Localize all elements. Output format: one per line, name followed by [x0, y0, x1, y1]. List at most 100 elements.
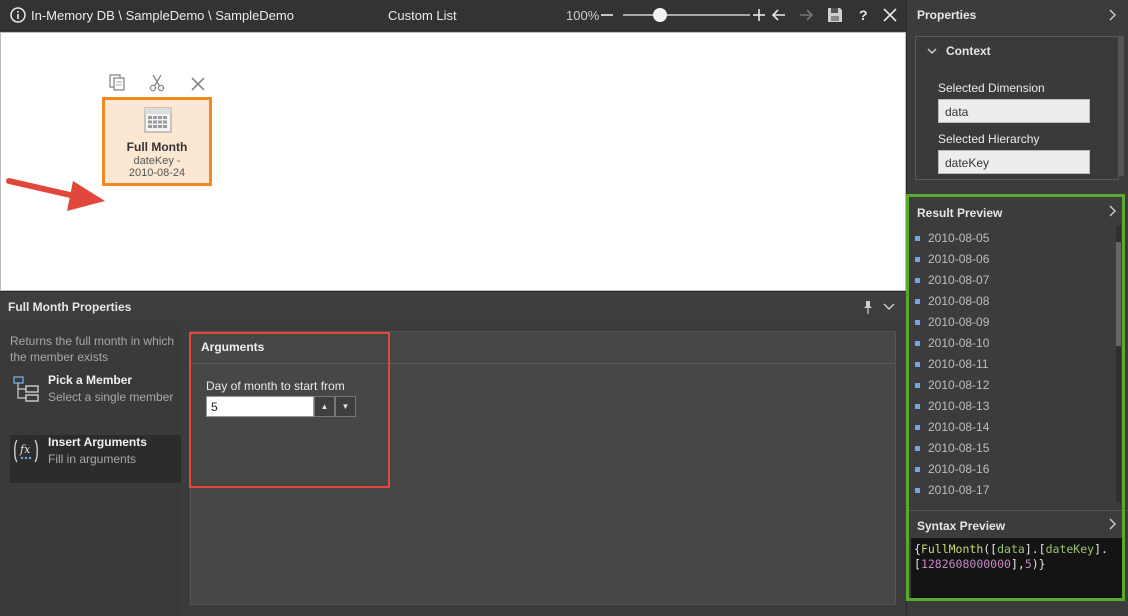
- node-subtitle: dateKey - 2010-08-24: [105, 155, 209, 179]
- list-item[interactable]: 2010-08-15: [911, 438, 1117, 459]
- list-item[interactable]: 2010-08-05: [911, 228, 1117, 249]
- list-item-label: 2010-08-08: [928, 294, 990, 308]
- syntax-dimension: data: [997, 542, 1025, 556]
- properties-panel-header: Full Month Properties: [0, 291, 906, 321]
- hierarchy-icon: [13, 376, 39, 402]
- chevron-right-icon[interactable]: [1107, 8, 1119, 22]
- result-preview-scrollbar[interactable]: [1116, 226, 1121, 502]
- chevron-down-icon[interactable]: [926, 45, 938, 57]
- red-arrow-annotation: [6, 178, 105, 211]
- node-subtitle-line1: dateKey -: [133, 155, 181, 167]
- step-subtitle: Select a single member: [48, 390, 174, 404]
- list-item[interactable]: 2010-08-11: [911, 354, 1117, 375]
- top-bar: In-Memory DB \ SampleDemo \ SampleDemo C…: [0, 0, 906, 31]
- list-item-label: 2010-08-12: [928, 378, 990, 392]
- bullet-icon: [915, 257, 920, 262]
- context-group: Context Selected Dimension data Selected…: [915, 36, 1119, 180]
- day-of-month-label: Day of month to start from: [206, 379, 345, 393]
- list-item-label: 2010-08-15: [928, 441, 990, 455]
- properties-section-header[interactable]: Properties: [907, 0, 1128, 28]
- close-icon[interactable]: [881, 6, 899, 24]
- cut-icon[interactable]: [147, 73, 167, 93]
- bullet-icon: [915, 362, 920, 367]
- properties-section-title: Properties: [917, 8, 977, 22]
- list-item[interactable]: 2010-08-06: [911, 249, 1117, 270]
- step-title: Insert Arguments: [48, 435, 147, 449]
- result-preview-title: Result Preview: [917, 206, 1003, 220]
- bullet-icon: [915, 425, 920, 430]
- arguments-title: Arguments: [201, 340, 265, 354]
- bullet-icon: [915, 299, 920, 304]
- syntax-preview-header[interactable]: Syntax Preview: [907, 510, 1128, 538]
- bullet-icon: [915, 341, 920, 346]
- save-icon[interactable]: [826, 6, 844, 24]
- zoom-slider-track[interactable]: [623, 14, 750, 16]
- context-title: Context: [946, 44, 991, 58]
- step-pick-member[interactable]: Pick a Member Select a single member: [10, 373, 181, 421]
- svg-text:fx: fx: [19, 443, 31, 456]
- syntax-preview-title: Syntax Preview: [917, 519, 1006, 533]
- arguments-area: Arguments Day of month to start from 5 ▲…: [181, 321, 906, 616]
- zoom-in-icon[interactable]: [750, 6, 768, 24]
- arguments-box: Arguments Day of month to start from 5 ▲…: [190, 331, 896, 605]
- step-title: Pick a Member: [48, 373, 133, 387]
- side-panel: Properties Context Selected Dimension da…: [906, 0, 1128, 616]
- chevron-down-icon[interactable]: [883, 302, 895, 312]
- node-title: Full Month: [126, 140, 188, 154]
- list-item-label: 2010-08-09: [928, 315, 990, 329]
- list-item[interactable]: 2010-08-16: [911, 459, 1117, 480]
- zoom-out-icon[interactable]: [598, 6, 616, 24]
- selected-dimension-label: Selected Dimension: [938, 81, 1045, 95]
- result-preview-list: 2010-08-05 2010-08-06 2010-08-07 2010-08-08…: [911, 228, 1117, 504]
- app-window: In-Memory DB \ SampleDemo \ SampleDemo C…: [0, 0, 1128, 616]
- list-item-label: 2010-08-11: [928, 357, 989, 371]
- copy-icon[interactable]: [107, 73, 127, 93]
- function-description: Returns the full month in which the memb…: [10, 334, 175, 364]
- list-item-label: 2010-08-05: [928, 231, 990, 245]
- list-item[interactable]: 2010-08-09: [911, 312, 1117, 333]
- list-item-label: 2010-08-13: [928, 399, 990, 413]
- bullet-icon: [915, 488, 920, 493]
- list-item[interactable]: 2010-08-07: [911, 270, 1117, 291]
- increment-button[interactable]: ▲: [314, 396, 335, 417]
- bullet-icon: [915, 404, 920, 409]
- list-item-label: 2010-08-14: [928, 420, 990, 434]
- decrement-button[interactable]: ▼: [335, 396, 356, 417]
- step-insert-arguments[interactable]: fx Insert Arguments Fill in arguments: [10, 435, 181, 483]
- bullet-icon: [915, 467, 920, 472]
- info-icon[interactable]: [10, 7, 26, 23]
- day-of-month-input[interactable]: 5: [206, 396, 314, 417]
- bullet-icon: [915, 320, 920, 325]
- delete-icon[interactable]: [189, 75, 207, 93]
- syntax-function-name: FullMonth: [920, 542, 984, 556]
- svg-text:?: ?: [859, 7, 868, 23]
- help-icon[interactable]: ?: [854, 6, 872, 24]
- zoom-level: 100%: [566, 8, 600, 23]
- forward-arrow-icon[interactable]: [797, 6, 815, 24]
- list-item-label: 2010-08-16: [928, 462, 990, 476]
- list-item-label: 2010-08-10: [928, 336, 990, 350]
- list-item[interactable]: 2010-08-17: [911, 480, 1117, 501]
- list-item-label: 2010-08-06: [928, 252, 990, 266]
- list-item[interactable]: 2010-08-08: [911, 291, 1117, 312]
- breadcrumb: In-Memory DB \ SampleDemo \ SampleDemo: [31, 8, 294, 23]
- selected-hierarchy-field[interactable]: dateKey: [938, 150, 1090, 174]
- list-item[interactable]: 2010-08-12: [911, 375, 1117, 396]
- syntax-preview-code[interactable]: {FullMonth([data].[dateKey]. [1282608000…: [911, 538, 1123, 600]
- list-item[interactable]: 2010-08-13: [911, 396, 1117, 417]
- zoom-slider-handle[interactable]: [653, 8, 667, 22]
- page-title: Custom List: [388, 8, 457, 23]
- scrollbar-thumb[interactable]: [1116, 242, 1121, 346]
- result-preview-header[interactable]: Result Preview: [907, 198, 1128, 226]
- back-arrow-icon[interactable]: [770, 6, 788, 24]
- list-item[interactable]: 2010-08-14: [911, 417, 1117, 438]
- chevron-right-icon[interactable]: [1107, 204, 1119, 218]
- pin-icon[interactable]: [862, 300, 874, 314]
- full-month-node[interactable]: Full Month dateKey - 2010-08-24: [102, 97, 212, 186]
- list-item[interactable]: 2010-08-10: [911, 333, 1117, 354]
- properties-scrollbar[interactable]: [1118, 36, 1124, 176]
- arguments-header: Arguments: [191, 332, 895, 364]
- chevron-right-icon[interactable]: [1107, 517, 1119, 531]
- wizard-steps: Returns the full month in which the memb…: [0, 321, 181, 616]
- selected-dimension-field[interactable]: data: [938, 99, 1090, 123]
